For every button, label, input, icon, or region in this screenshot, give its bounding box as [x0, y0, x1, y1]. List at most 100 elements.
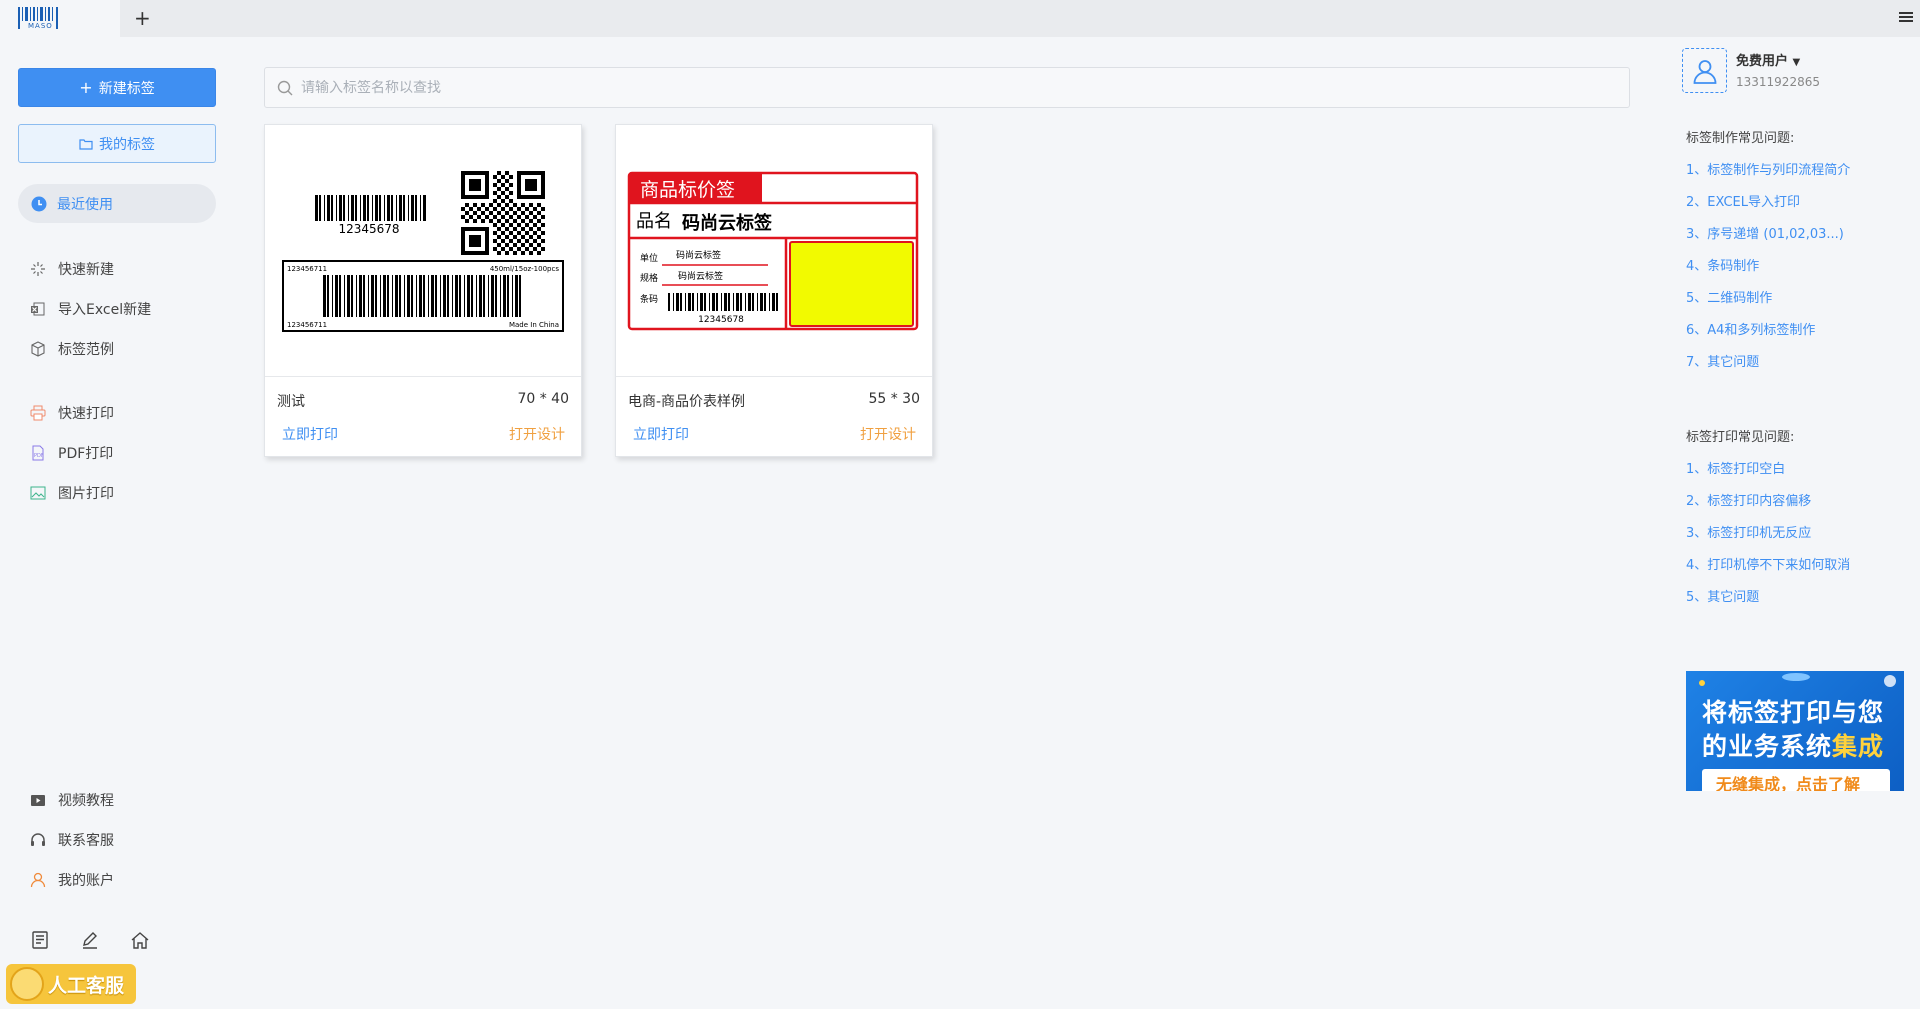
barcode-bar [764, 293, 766, 311]
faq-print-link[interactable]: 4、打印机停不下来如何取消 [1686, 554, 1850, 573]
faq-make-link[interactable]: 5、二维码制作 [1686, 287, 1772, 306]
sidebar-item-import-excel[interactable]: 导入Excel新建 [30, 298, 151, 320]
barcode-bar [467, 275, 470, 317]
label-card[interactable]: 12345678 123456711 450ml/15oz-100pcs 123… [264, 124, 582, 457]
open-design-link[interactable]: 打开设计 [509, 424, 565, 444]
barcode-bar [396, 195, 397, 221]
search-input[interactable] [301, 79, 1601, 96]
barcode-bar [319, 195, 321, 221]
sidebar-item-account[interactable]: 我的账户 [30, 869, 114, 891]
caret-down-icon: ▼ [1792, 57, 1801, 68]
faq-print-title: 标签打印常见问题: [1686, 430, 1795, 445]
qr-module [493, 175, 497, 179]
sparkle-icon [31, 262, 45, 276]
barcode-bar [415, 195, 417, 221]
faq-make-link[interactable]: 3、序号递增 (01,02,03...) [1686, 223, 1844, 242]
user-avatar[interactable] [1682, 48, 1727, 93]
barcode-bar [335, 275, 338, 317]
headset-icon [31, 833, 45, 846]
barcode-bar [688, 293, 691, 311]
label-preview[interactable]: 12345678 123456711 450ml/15oz-100pcs 123… [265, 125, 581, 377]
faq-print-link[interactable]: 2、标签打印内容偏移 [1686, 490, 1811, 509]
live-support-button[interactable]: 人工客服 [6, 964, 136, 1004]
barcode-bar [419, 275, 422, 317]
faq-print-link[interactable]: 5、其它问题 [1686, 586, 1759, 605]
faq-make-link[interactable]: 7、其它问题 [1686, 351, 1759, 370]
barcode-bar [395, 275, 398, 317]
new-label-button[interactable]: + 新建标签 [18, 68, 216, 107]
qr-module [517, 247, 521, 251]
qr-module [513, 227, 517, 231]
faq-print-link[interactable]: 3、标签打印机无反应 [1686, 522, 1811, 541]
code-value: 12345678 [698, 315, 744, 325]
barcode-bar [351, 195, 354, 221]
qr-module [501, 199, 505, 203]
qr-module [501, 215, 505, 219]
barcode-bar [383, 275, 386, 317]
qr-module [525, 247, 529, 251]
qr-module [497, 171, 501, 175]
print-now-link[interactable]: 立即打印 [282, 424, 338, 444]
label-preview[interactable]: 商品标价签 品名 码尚云标签 单位 码尚云标签 规格 码尚云标签 条码 1234… [616, 125, 932, 377]
user-name-dropdown[interactable]: 免费用户 ▼ [1736, 50, 1800, 69]
barcode-bar [392, 275, 393, 317]
open-design-link[interactable]: 打开设计 [860, 424, 916, 444]
recent-used-button[interactable]: 最近使用 [18, 184, 216, 223]
sidebar-item-quick-print[interactable]: 快速打印 [30, 402, 114, 424]
qr-module [533, 231, 537, 235]
recent-used-text: 最近使用 [57, 196, 113, 213]
ad-cta[interactable]: 无缝集成，点击了解 [1702, 769, 1890, 791]
qr-module [497, 211, 501, 215]
faq-make-link[interactable]: 6、A4和多列标签制作 [1686, 319, 1815, 338]
edit-icon[interactable] [80, 930, 100, 950]
tab-home[interactable]: MASO [0, 0, 120, 37]
qr-module [497, 227, 501, 231]
sidebar-item-image-print[interactable]: 图片打印 [30, 482, 114, 504]
barcode-bar [360, 195, 361, 221]
label-preview-graphic: 12345678 123456711 450ml/15oz-100pcs 123… [282, 171, 564, 332]
barcode-bar [709, 293, 710, 311]
sidebar-item-examples[interactable]: 标签范例 [30, 338, 114, 360]
barcode-bar [380, 275, 381, 317]
print-now-link[interactable]: 立即打印 [633, 424, 689, 444]
barcode-bar [495, 275, 497, 317]
qr-module [537, 235, 541, 239]
qr-module [489, 203, 493, 207]
sidebar-item-quick-new[interactable]: 快速新建 [30, 258, 114, 280]
faq-make-link[interactable]: 1、标签制作与列印流程简介 [1686, 159, 1850, 178]
home-icon[interactable] [130, 930, 150, 950]
my-labels-text: 我的标签 [99, 136, 155, 153]
barcode-bar [716, 293, 718, 311]
sidebar-item-pdf-print[interactable]: PDF PDF打印 [30, 442, 113, 464]
barcode-bar [399, 275, 401, 317]
qr-module [509, 183, 513, 187]
faq-make-link[interactable]: 4、条码制作 [1686, 255, 1759, 274]
barcode-bar [379, 195, 381, 221]
qr-module [537, 243, 541, 247]
new-label-text: 新建标签 [98, 80, 155, 97]
qr-module [481, 219, 485, 223]
notes-icon[interactable] [30, 930, 50, 950]
integration-ad-banner[interactable]: 将标签打印与您 的业务系统集成 无缝集成，点击了解 [1686, 671, 1904, 791]
box-left-top: 123456711 [287, 265, 327, 273]
search-bar [264, 67, 1630, 108]
barcode-bar [471, 275, 473, 317]
barcode-bar [447, 275, 449, 317]
qr-module [505, 179, 509, 183]
faq-make-link[interactable]: 2、EXCEL导入打印 [1686, 191, 1800, 210]
barcode-bar [387, 275, 389, 317]
barcode-bar [331, 195, 333, 221]
faq-print-link[interactable]: 1、标签打印空白 [1686, 458, 1785, 477]
sidebar-item-video[interactable]: 视频教程 [30, 789, 114, 811]
barcode-bar [343, 195, 345, 221]
card-name: 测试 [277, 394, 305, 410]
my-labels-button[interactable]: 我的标签 [18, 124, 216, 163]
sidebar-item-contact[interactable]: 联系客服 [30, 829, 114, 851]
menu-icon[interactable] [1898, 9, 1914, 25]
barcode-bar [387, 195, 390, 221]
barcode-bar [440, 275, 441, 317]
qr-module [493, 183, 497, 187]
bottom-toolbar [30, 930, 150, 950]
label-card[interactable]: 商品标价签 品名 码尚云标签 单位 码尚云标签 规格 码尚云标签 条码 1234… [615, 124, 933, 457]
new-tab-button[interactable]: + [134, 6, 151, 30]
